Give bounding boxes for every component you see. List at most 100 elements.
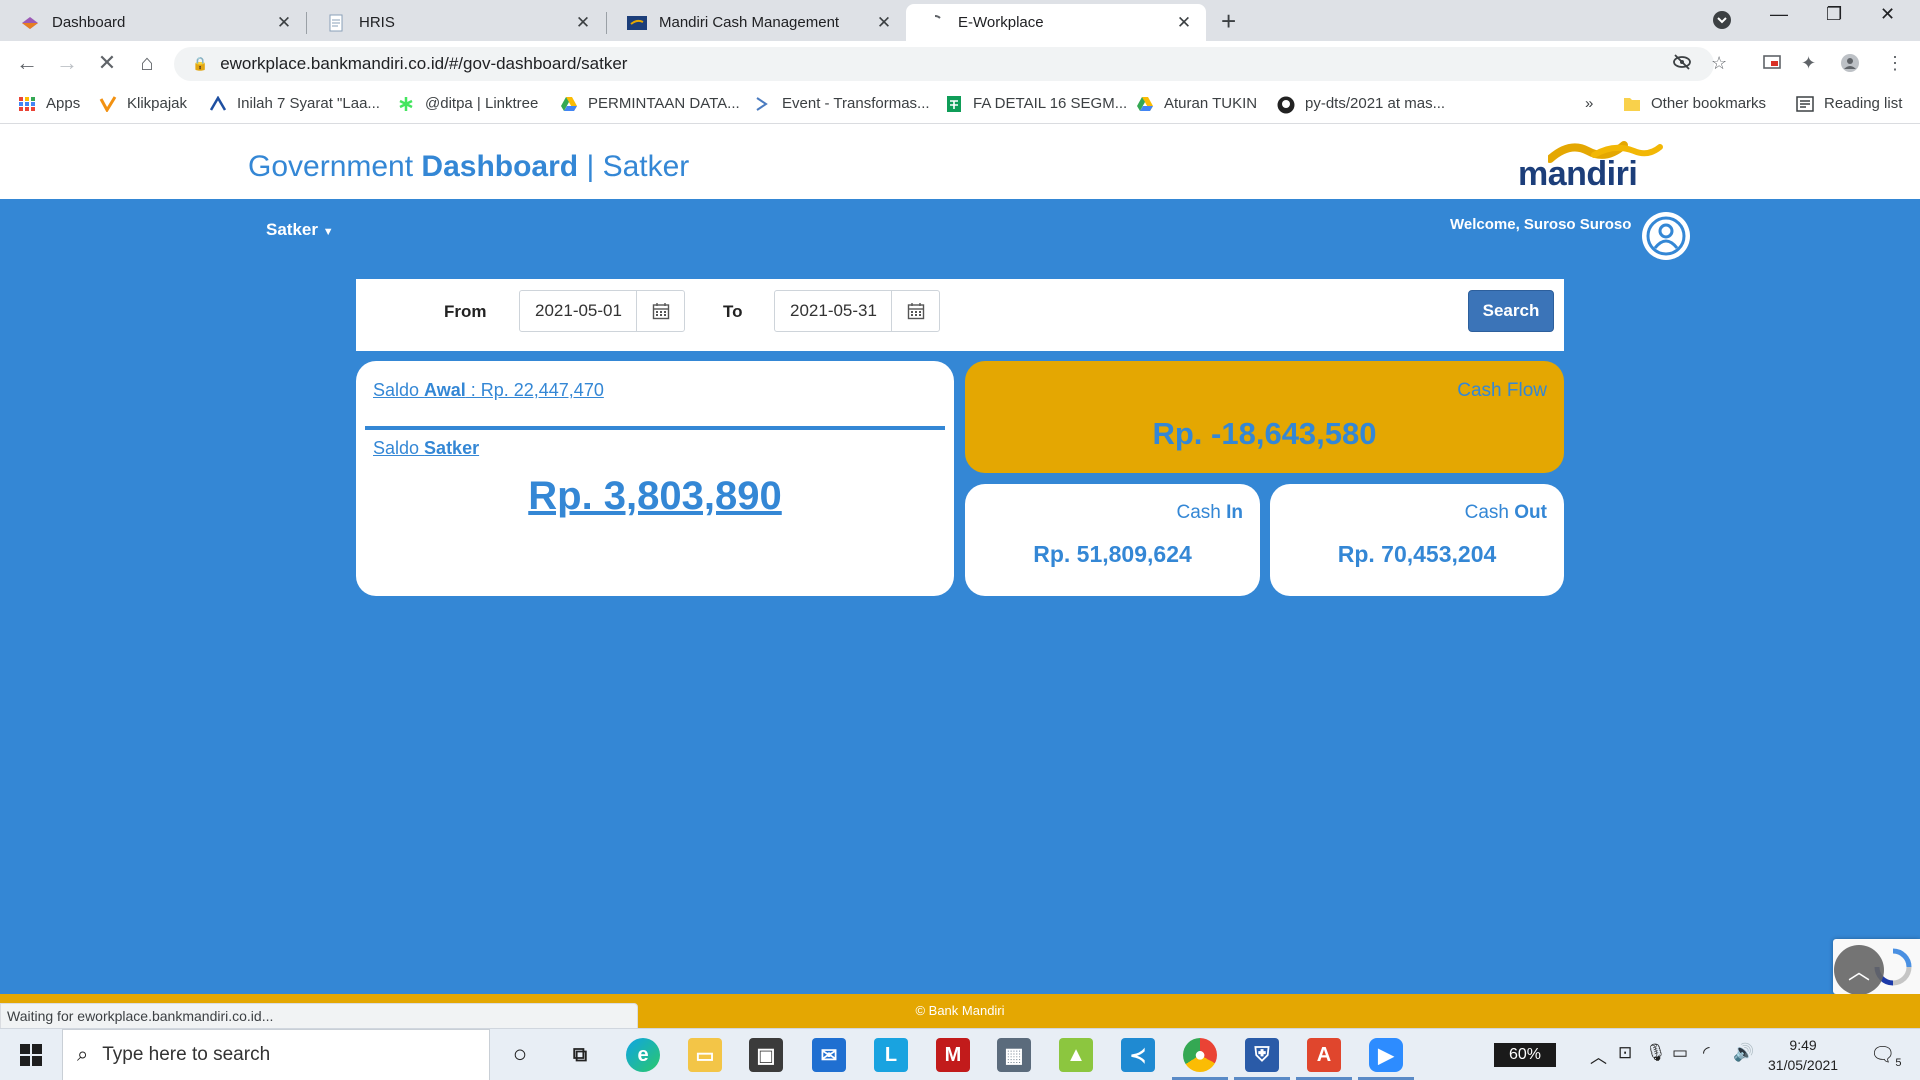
extensions-puzzle-icon[interactable]: ✦ — [1801, 53, 1816, 74]
forward-icon[interactable]: → — [53, 50, 81, 76]
bookmarks-bar: Apps Klikpajak Inilah 7 Syarat "Laa... @… — [0, 87, 1920, 124]
microsoft-store-icon[interactable]: ▣ — [749, 1038, 783, 1072]
url-text: eworkplace.bankmandiri.co.id/#/gov-dashb… — [220, 54, 628, 73]
security-shield-icon[interactable]: ⛨ — [1245, 1038, 1279, 1072]
show-hidden-icons-chevron-icon[interactable]: ︿ — [1590, 1043, 1607, 1068]
bookmark-permintaan-data[interactable]: PERMINTAAN DATA... — [560, 95, 740, 112]
bookmark-fa-detail[interactable]: FA DETAIL 16 SEGM... — [945, 95, 1127, 112]
file-explorer-icon[interactable]: ▭ — [688, 1038, 722, 1072]
bookmark-star-icon[interactable]: ☆ — [1711, 53, 1727, 74]
minimize-icon[interactable]: — — [1770, 4, 1788, 25]
bookmark-other-bookmarks[interactable]: Other bookmarks — [1623, 95, 1766, 112]
mcafee-icon[interactable]: M — [936, 1038, 970, 1072]
tab-dashboard[interactable]: Dashboard ✕ — [0, 4, 306, 41]
bookmark-event-transformasi[interactable]: Event - Transformas... — [754, 95, 930, 112]
bookmarks-overflow-chevron[interactable]: » — [1585, 95, 1593, 112]
calendar-icon[interactable] — [636, 291, 684, 331]
browser-tab-strip: Dashboard ✕ HRIS ✕ Mandiri Cash Manageme… — [0, 0, 1920, 41]
vscode-icon[interactable]: ≺ — [1121, 1038, 1155, 1072]
edge-icon[interactable]: e — [626, 1038, 660, 1072]
close-window-icon[interactable]: ✕ — [1880, 4, 1895, 25]
satker-dropdown[interactable]: Satker ▼ — [266, 220, 334, 240]
saldo-awal-link[interactable]: Saldo Awal : Rp. 22,447,470 — [373, 380, 604, 401]
welcome-text: Welcome, Suroso Suroso — [1450, 216, 1632, 233]
reading-list-icon — [1796, 95, 1814, 112]
bookmark-ditpa-linktree[interactable]: @ditpa | Linktree — [397, 95, 538, 112]
cash-out-card: Cash Out Rp. 70,453,204 — [1270, 484, 1564, 596]
home-icon[interactable]: ⌂ — [133, 50, 161, 76]
mandiri-favicon-icon — [627, 14, 647, 32]
bookmark-apps[interactable]: Apps — [18, 95, 80, 112]
eye-off-icon[interactable] — [1672, 53, 1692, 76]
bookmark-reading-list[interactable]: Reading list — [1796, 95, 1902, 112]
bookmark-py-dts[interactable]: py-dts/2021 at mas... — [1277, 95, 1445, 113]
apps-grid-icon — [18, 96, 36, 112]
cash-in-value: Rp. 51,809,624 — [1033, 541, 1192, 567]
tab-close-icon[interactable]: ✕ — [1174, 13, 1194, 33]
mail-icon[interactable]: ✉ — [812, 1038, 846, 1072]
windows-start-icon[interactable] — [20, 1044, 42, 1066]
cast-icon[interactable] — [1762, 53, 1782, 76]
from-label: From — [444, 302, 487, 321]
tab-close-icon[interactable]: ✕ — [874, 13, 894, 33]
search-button[interactable]: Search — [1468, 290, 1554, 332]
notifications-icon[interactable]: 🗨5 — [1870, 1042, 1902, 1069]
klikpajak-icon — [99, 95, 117, 113]
profile-icon[interactable] — [1840, 53, 1860, 78]
microphone-icon[interactable]: 🎙 — [1645, 1043, 1667, 1063]
chrome-icon[interactable]: ● — [1183, 1038, 1217, 1072]
user-avatar-icon[interactable] — [1642, 212, 1690, 260]
bookmark-aturan-tukin[interactable]: Aturan TUKIN — [1136, 95, 1257, 112]
cash-flow-label: Cash Flow — [1457, 380, 1547, 401]
cortana-icon[interactable]: ○ — [503, 1038, 537, 1072]
bookmark-inilah-7-syarat[interactable]: Inilah 7 Syarat "Laa... — [209, 95, 380, 112]
page-title: Government Dashboard | Satker — [248, 150, 690, 183]
lock-icon: 🔒 — [192, 56, 209, 71]
saldo-satker-link[interactable]: Saldo Satker — [373, 438, 479, 459]
photos-app-icon[interactable]: ▲ — [1059, 1038, 1093, 1072]
tab-e-workplace[interactable]: E-Workplace ✕ — [906, 4, 1206, 41]
acrobat-icon[interactable]: A — [1307, 1038, 1341, 1072]
task-view-icon[interactable]: ⧉ — [563, 1038, 597, 1072]
stop-loading-icon[interactable]: ✕ — [93, 50, 121, 76]
scroll-to-top-button[interactable]: ︿ — [1834, 945, 1884, 995]
app-l-icon[interactable]: L — [874, 1038, 908, 1072]
to-date-input[interactable]: 2021-05-31 — [774, 290, 940, 332]
windows-taskbar: ⌕ Type here to search ○ ⧉ e ▭ ▣ ✉ L M ▦ … — [0, 1028, 1920, 1080]
tab-close-icon[interactable]: ✕ — [274, 13, 294, 33]
calculator-icon[interactable]: ▦ — [997, 1038, 1031, 1072]
battery-indicator[interactable]: 60% — [1494, 1043, 1556, 1067]
tab-search-icon[interactable] — [1712, 10, 1732, 35]
from-date-input[interactable]: 2021-05-01 — [519, 290, 685, 332]
dashboard-favicon-icon — [20, 14, 40, 32]
device-icon[interactable]: ⊡ — [1618, 1043, 1632, 1063]
taskbar-search-box[interactable]: ⌕ Type here to search — [62, 1029, 490, 1080]
tab-close-icon[interactable]: ✕ — [573, 13, 593, 33]
address-bar[interactable]: 🔒 eworkplace.bankmandiri.co.id/#/gov-das… — [174, 47, 1714, 81]
cash-out-value: Rp. 70,453,204 — [1337, 541, 1497, 567]
menu-kebab-icon[interactable]: ⋮ — [1886, 53, 1904, 74]
cash-in-label: Cash In — [1176, 502, 1243, 523]
divider — [365, 426, 945, 430]
new-tab-icon[interactable]: + — [1221, 6, 1236, 37]
google-drive-icon — [1136, 96, 1154, 112]
tab-mandiri-cash-management[interactable]: Mandiri Cash Management ✕ — [607, 4, 906, 41]
bookmark-klikpajak[interactable]: Klikpajak — [99, 95, 187, 113]
page-header: Government Dashboard | Satker mandiri — [0, 125, 1920, 199]
calendar-icon[interactable] — [891, 291, 939, 331]
chevron-up-icon: ︿ — [1847, 959, 1870, 984]
tab-hris[interactable]: HRIS ✕ — [307, 4, 605, 41]
zoom-icon[interactable]: ▶ — [1369, 1038, 1403, 1072]
wifi-icon[interactable]: ◜ — [1703, 1043, 1710, 1063]
restore-icon[interactable]: ❐ — [1826, 4, 1842, 25]
saldo-satker-value[interactable]: Rp. 3,803,890 — [356, 474, 954, 519]
browser-toolbar: ← → ✕ ⌂ 🔒 eworkplace.bankmandiri.co.id/#… — [0, 41, 1920, 87]
linktree-icon — [397, 96, 415, 112]
back-icon[interactable]: ← — [13, 50, 41, 76]
volume-icon[interactable]: 🔊 — [1733, 1043, 1754, 1063]
search-icon: ⌕ — [77, 1043, 89, 1066]
system-clock[interactable]: 9:49 31/05/2021 — [1768, 1035, 1838, 1075]
date-filter-panel: From 2021-05-01 To 2021-05-31 Search — [356, 279, 1564, 351]
battery-tray-icon[interactable]: ▭ — [1672, 1043, 1688, 1063]
github-icon — [1277, 96, 1295, 113]
